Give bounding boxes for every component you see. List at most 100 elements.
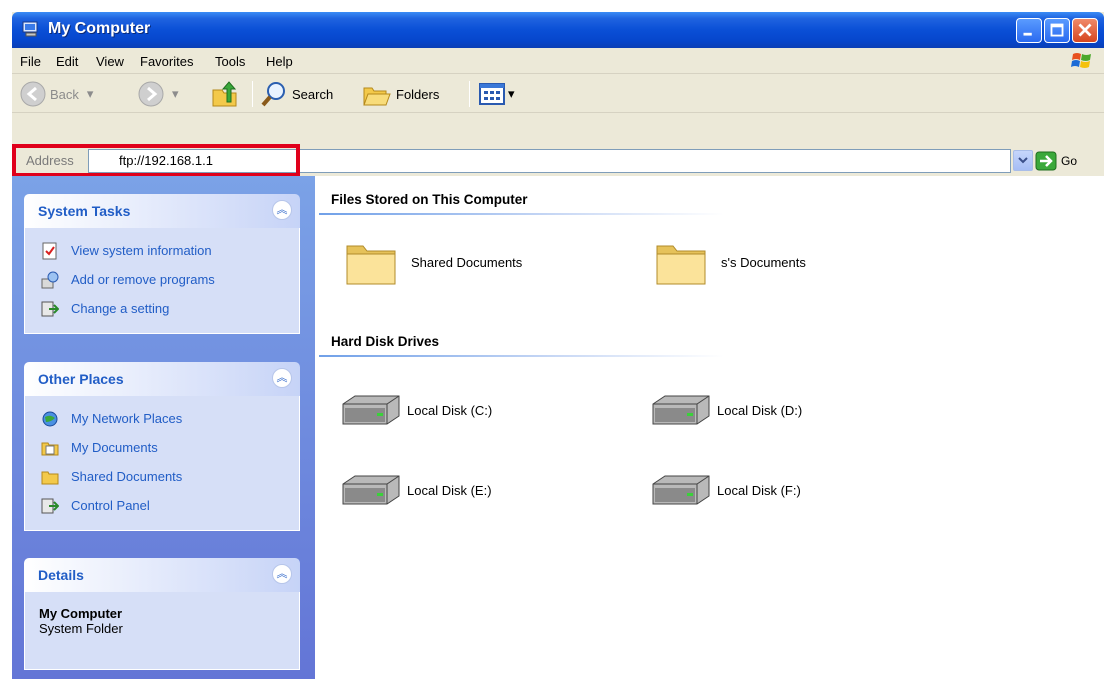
back-button[interactable]: Back ▾ (20, 79, 93, 109)
place-control-panel[interactable]: Control Panel (25, 491, 299, 520)
menu-favorites[interactable]: Favorites (140, 54, 193, 69)
hard-drive-icon (342, 475, 400, 505)
folder-shared-documents[interactable]: Shared Documents (343, 234, 522, 290)
go-label: Go (1061, 154, 1078, 168)
place-my-network-places[interactable]: My Network Places (25, 404, 299, 433)
system-tasks-header[interactable]: System Tasks ︽ (24, 194, 300, 228)
forward-arrow-icon (138, 81, 164, 107)
collapse-chevron-icon[interactable]: ︽ (272, 200, 292, 220)
other-places-title: Other Places (38, 371, 124, 387)
chevron-down-icon (1018, 157, 1028, 164)
task-label: View system information (71, 243, 212, 258)
folders-button[interactable]: Folders (362, 79, 439, 109)
title-bar[interactable]: My Computer (12, 12, 1104, 48)
address-highlight-box (12, 144, 300, 177)
details-title: Details (38, 567, 84, 583)
drive-label: Local Disk (D:) (717, 402, 803, 418)
back-dropdown-icon[interactable]: ▾ (87, 86, 94, 102)
folder-icon (346, 245, 396, 285)
task-label: Control Panel (71, 498, 150, 513)
add-remove-programs-icon (41, 271, 59, 288)
maximize-icon (1050, 23, 1064, 37)
files-stored-header: Files Stored on This Computer (331, 192, 528, 207)
collapse-chevron-icon[interactable]: ︽ (272, 368, 292, 388)
details-header[interactable]: Details ︽ (24, 558, 300, 592)
drive-e[interactable]: Local Disk (E:) (339, 470, 492, 510)
maximize-button[interactable] (1044, 18, 1070, 43)
drive-f[interactable]: Local Disk (F:) (649, 470, 801, 510)
system-tasks-panel: System Tasks ︽ View system information A… (24, 194, 300, 334)
shared-folder-icon (41, 471, 59, 484)
place-shared-documents[interactable]: Shared Documents (25, 462, 299, 491)
drive-c[interactable]: Local Disk (C:) (339, 390, 492, 430)
menu-view[interactable]: View (96, 54, 124, 69)
folders-icon (363, 87, 391, 106)
task-pane: System Tasks ︽ View system information A… (12, 176, 315, 679)
windows-logo-icon (1071, 53, 1091, 68)
minimize-icon (1023, 32, 1032, 36)
computer-icon (22, 21, 38, 37)
toolbar-separator (469, 81, 470, 107)
hard-disk-drives-header: Hard Disk Drives (331, 334, 440, 349)
drive-label: Local Disk (C:) (407, 402, 493, 418)
task-label: My Documents (71, 440, 158, 455)
task-change-setting[interactable]: Change a setting (25, 294, 299, 323)
task-add-remove-programs[interactable]: Add or remove programs (25, 265, 299, 294)
details-item-name: My Computer (39, 606, 123, 621)
content-area: Files Stored on This Computer Shared Doc… (315, 176, 1104, 679)
control-panel-icon (41, 301, 59, 316)
menu-help[interactable]: Help (266, 54, 293, 69)
menu-bar: File Edit View Favorites Tools Help (12, 48, 1104, 74)
hard-drive-icon (652, 395, 710, 425)
search-label: Search (292, 86, 334, 102)
details-item-type: System Folder (39, 621, 123, 636)
task-label: Add or remove programs (71, 272, 215, 287)
search-icon (261, 82, 285, 107)
folder-user-documents[interactable]: s's Documents (653, 234, 806, 290)
address-dropdown-button[interactable] (1013, 150, 1033, 171)
close-button[interactable] (1072, 18, 1098, 43)
folder-label: s's Documents (721, 254, 806, 270)
task-label: Change a setting (71, 301, 170, 316)
place-my-documents[interactable]: My Documents (25, 433, 299, 462)
search-button[interactable]: Search (260, 79, 333, 109)
system-tasks-title: System Tasks (38, 203, 131, 219)
views-dropdown-icon: ▾ (508, 86, 515, 101)
details-panel: Details ︽ My Computer System Folder (24, 558, 300, 670)
go-button[interactable]: Go (1035, 150, 1077, 172)
views-button[interactable]: ▾ (478, 79, 515, 109)
folder-icon (656, 245, 706, 285)
menu-edit[interactable]: Edit (56, 54, 78, 69)
close-icon (1078, 23, 1092, 37)
hard-drive-icon (342, 395, 400, 425)
toolbar-separator (252, 81, 253, 107)
window-title: My Computer (48, 20, 151, 37)
drive-d[interactable]: Local Disk (D:) (649, 390, 802, 430)
group-divider (319, 213, 724, 215)
back-label: Back (50, 86, 79, 102)
forward-dropdown-icon[interactable]: ▾ (172, 86, 179, 102)
other-places-panel: Other Places ︽ My Network Places My Docu… (24, 362, 300, 531)
go-arrow-icon (1035, 151, 1057, 171)
folder-up-icon (212, 81, 237, 107)
collapse-chevron-icon[interactable]: ︽ (272, 564, 292, 584)
up-button[interactable] (210, 79, 240, 109)
system-info-icon (42, 242, 57, 259)
minimize-button[interactable] (1016, 18, 1042, 43)
drive-label: Local Disk (E:) (407, 482, 492, 498)
network-places-icon (42, 411, 58, 426)
menu-file[interactable]: File (20, 54, 41, 69)
folder-label: Shared Documents (411, 254, 523, 270)
drive-label: Local Disk (F:) (717, 482, 801, 498)
toolbar: Back ▾ ▾ Search Folders ▾ (12, 75, 1104, 113)
forward-button[interactable]: ▾ (138, 79, 179, 109)
task-label: Shared Documents (71, 469, 183, 484)
menu-tools[interactable]: Tools (215, 54, 245, 69)
task-view-system-info[interactable]: View system information (25, 236, 299, 265)
views-icon (479, 83, 505, 105)
other-places-header[interactable]: Other Places ︽ (24, 362, 300, 396)
task-label: My Network Places (71, 411, 183, 426)
hard-drive-icon (652, 475, 710, 505)
group-divider (319, 355, 724, 357)
back-arrow-icon (20, 81, 46, 107)
